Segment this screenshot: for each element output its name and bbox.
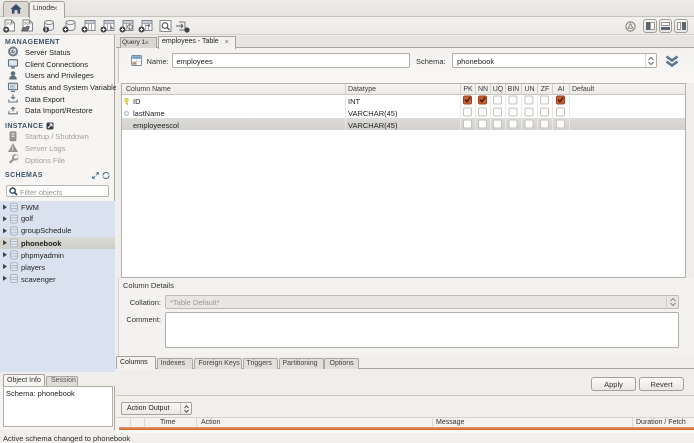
svg-text:SQL: SQL xyxy=(24,21,31,25)
svg-text:!: ! xyxy=(12,146,14,153)
svg-text:SQL: SQL xyxy=(6,21,13,25)
